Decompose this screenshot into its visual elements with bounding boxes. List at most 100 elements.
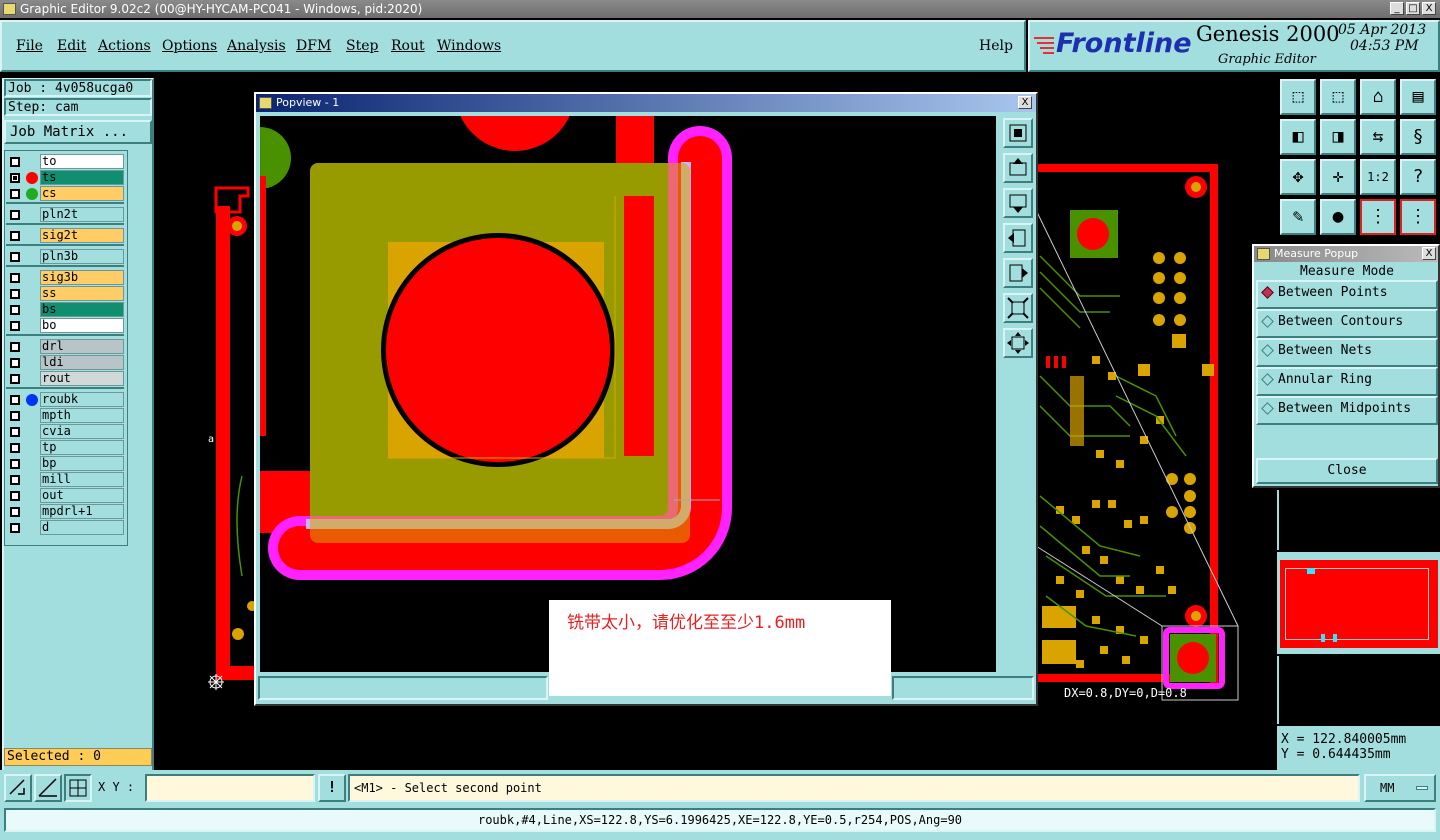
menu-help[interactable]: Help bbox=[979, 38, 1013, 54]
layer-row-pln3b[interactable]: pln3b bbox=[6, 249, 124, 265]
units-select[interactable]: MM bbox=[1364, 774, 1436, 802]
minimize-button[interactable]: _ bbox=[1390, 2, 1404, 15]
layer-checkbox[interactable] bbox=[10, 289, 20, 299]
layer-name[interactable]: bp bbox=[40, 456, 124, 471]
layer-name[interactable]: mpth bbox=[40, 408, 124, 423]
layer-checkbox[interactable] bbox=[10, 342, 20, 352]
layer-row-mpdrl1[interactable]: mpdrl+1 bbox=[6, 504, 124, 520]
menu-rout[interactable]: Rout bbox=[391, 38, 425, 54]
option-between-points[interactable]: Between Points bbox=[1256, 280, 1438, 309]
layer-name[interactable]: pln2t bbox=[40, 207, 124, 222]
popview-zoom-out-icon[interactable] bbox=[1003, 293, 1033, 323]
fit-icon[interactable]: ✥ bbox=[1280, 159, 1316, 195]
layers-icon[interactable]: § bbox=[1400, 119, 1436, 155]
layer-row-tp[interactable]: tp bbox=[6, 440, 124, 456]
alert-icon[interactable]: ! bbox=[318, 774, 346, 802]
menu-analysis[interactable]: Analysis bbox=[227, 38, 286, 54]
net-compare-icon[interactable]: ⋮ bbox=[1400, 199, 1436, 235]
grid-icon[interactable] bbox=[64, 774, 92, 802]
layer-row-to[interactable]: to bbox=[6, 154, 124, 170]
layer-checkbox[interactable] bbox=[10, 358, 20, 368]
layer-name[interactable]: bs bbox=[40, 302, 124, 317]
angle-icon[interactable] bbox=[34, 774, 62, 802]
layer-list-scrollbar[interactable] bbox=[128, 150, 152, 546]
layer-row-ts[interactable]: ts bbox=[6, 170, 124, 186]
measure-close-button[interactable]: Close bbox=[1256, 458, 1438, 484]
option-between-nets[interactable]: Between Nets bbox=[1256, 338, 1438, 367]
zoom-back-icon[interactable]: ◧ bbox=[1280, 119, 1316, 155]
menu-options[interactable]: Options bbox=[162, 38, 217, 54]
layer-row-out[interactable]: out bbox=[6, 488, 124, 504]
layer-name[interactable]: d bbox=[40, 520, 124, 535]
layer-name[interactable]: out bbox=[40, 488, 124, 503]
layer-row-roubk[interactable]: roubk bbox=[6, 392, 124, 408]
layer-checkbox[interactable] bbox=[10, 321, 20, 331]
layer-name[interactable]: tp bbox=[40, 440, 124, 455]
menu-step[interactable]: Step bbox=[346, 38, 378, 54]
layer-name[interactable]: cs bbox=[40, 186, 124, 201]
popview-fit-icon[interactable] bbox=[1003, 328, 1033, 358]
menu-file[interactable]: File bbox=[16, 38, 43, 54]
layer-name[interactable]: to bbox=[40, 154, 124, 169]
layer-checkbox[interactable] bbox=[10, 252, 20, 262]
layer-checkbox[interactable] bbox=[10, 459, 20, 469]
layer-row-drl[interactable]: drl bbox=[6, 339, 124, 355]
layer-name[interactable]: sig3b bbox=[40, 270, 124, 285]
layer-row-rout[interactable]: rout bbox=[6, 371, 124, 387]
layer-row-d[interactable]: d bbox=[6, 520, 124, 536]
layer-checkbox[interactable] bbox=[10, 189, 20, 199]
layer-name[interactable]: sig2t bbox=[40, 228, 124, 243]
snap-icon[interactable] bbox=[4, 774, 32, 802]
scale-1-2-icon[interactable]: 1:2 bbox=[1360, 159, 1396, 195]
layer-checkbox[interactable] bbox=[10, 443, 20, 453]
layer-name[interactable]: drl bbox=[40, 339, 124, 354]
option-between-midpoints[interactable]: Between Midpoints bbox=[1256, 396, 1438, 425]
measure-close-x[interactable]: X bbox=[1422, 247, 1436, 260]
window-icon[interactable]: ▤ bbox=[1400, 79, 1436, 115]
save-icon[interactable]: ⬚ bbox=[1320, 79, 1356, 115]
popview-hscroll[interactable] bbox=[258, 676, 548, 700]
popview-pan-down-icon[interactable] bbox=[1003, 188, 1033, 218]
layer-name[interactable]: ts bbox=[40, 170, 124, 185]
layer-checkbox[interactable] bbox=[10, 491, 20, 501]
menu-edit[interactable]: Edit bbox=[57, 38, 86, 54]
layer-row-bs[interactable]: bs bbox=[6, 302, 124, 318]
layer-row-sig3b[interactable]: sig3b bbox=[6, 270, 124, 286]
layer-name[interactable]: mill bbox=[40, 472, 124, 487]
layer-row-pln2t[interactable]: pln2t bbox=[6, 207, 124, 223]
layer-checkbox[interactable] bbox=[10, 157, 20, 167]
edit-tools-icon[interactable]: ✎ bbox=[1280, 199, 1316, 235]
job-matrix-button[interactable]: Job Matrix ... bbox=[4, 120, 152, 144]
maximize-button[interactable]: □ bbox=[1406, 2, 1420, 15]
layer-name[interactable]: cvia bbox=[40, 424, 124, 439]
center-icon[interactable]: ✛ bbox=[1320, 159, 1356, 195]
layer-name[interactable]: rout bbox=[40, 371, 124, 386]
layer-name[interactable]: ss bbox=[40, 286, 124, 301]
option-annular-ring[interactable]: Annular Ring bbox=[1256, 367, 1438, 396]
layer-checkbox[interactable] bbox=[10, 305, 20, 315]
home-icon[interactable]: ⌂ bbox=[1360, 79, 1396, 115]
layer-name[interactable]: roubk bbox=[40, 392, 124, 407]
layer-name[interactable]: bo bbox=[40, 318, 124, 333]
zoom-forward-icon[interactable]: ◨ bbox=[1320, 119, 1356, 155]
layer-name[interactable]: pln3b bbox=[40, 249, 124, 264]
layer-row-sig2t[interactable]: sig2t bbox=[6, 228, 124, 244]
menu-dfm[interactable]: DFM bbox=[296, 38, 331, 54]
layer-checkbox[interactable] bbox=[10, 173, 20, 183]
popview-hscroll-end[interactable] bbox=[892, 676, 1034, 700]
layer-checkbox[interactable] bbox=[10, 411, 20, 421]
popview-pan-left-icon[interactable] bbox=[1003, 223, 1033, 253]
layer-checkbox[interactable] bbox=[10, 395, 20, 405]
netlist-icon[interactable]: ⋮ bbox=[1360, 199, 1396, 235]
layer-row-mpth[interactable]: mpth bbox=[6, 408, 124, 424]
layer-checkbox[interactable] bbox=[10, 427, 20, 437]
layer-name[interactable]: mpdrl+1 bbox=[40, 504, 124, 519]
layer-row-cs[interactable]: cs bbox=[6, 186, 124, 202]
popview-zoom-icon[interactable] bbox=[1003, 118, 1033, 148]
layer-checkbox[interactable] bbox=[10, 374, 20, 384]
layer-row-mill[interactable]: mill bbox=[6, 472, 124, 488]
layer-row-bo[interactable]: bo bbox=[6, 318, 124, 334]
layer-checkbox[interactable] bbox=[10, 523, 20, 533]
overview-map[interactable] bbox=[1277, 552, 1440, 654]
popview-pan-up-icon[interactable] bbox=[1003, 153, 1033, 183]
